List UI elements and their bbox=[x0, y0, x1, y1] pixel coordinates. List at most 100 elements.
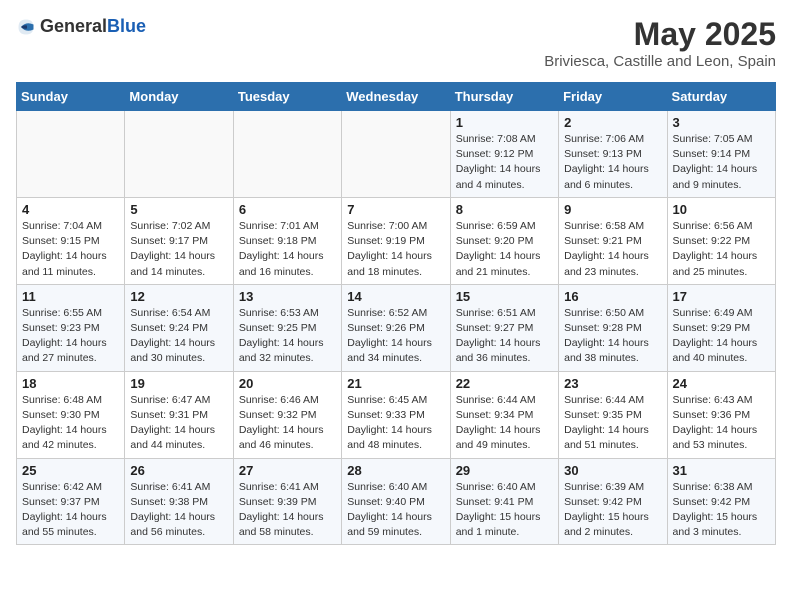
calendar-week-5: 25Sunrise: 6:42 AM Sunset: 9:37 PM Dayli… bbox=[17, 458, 776, 545]
day-info: Sunrise: 6:51 AM Sunset: 9:27 PM Dayligh… bbox=[456, 306, 553, 367]
calendar-subtitle: Briviesca, Castille and Leon, Spain bbox=[544, 53, 776, 70]
calendar-cell: 4 Sunrise: 7:04 AM Sunset: 9:15 PM Daylig… bbox=[17, 197, 125, 284]
logo-blue: Blue bbox=[107, 16, 146, 36]
calendar-cell: 16Sunrise: 6:50 AM Sunset: 9:28 PM Dayli… bbox=[559, 284, 667, 371]
calendar-week-3: 11 Sunrise: 6:55 AM Sunset: 9:23 PM Dayli… bbox=[17, 284, 776, 371]
day-info: Sunrise: 6:53 AM Sunset: 9:25 PM Dayligh… bbox=[239, 306, 336, 367]
day-info: Sunrise: 6:44 AM Sunset: 9:34 PM Dayligh… bbox=[456, 393, 553, 454]
day-info: Sunrise: 7:05 AM Sunset: 9:14 PM Dayligh… bbox=[673, 132, 770, 193]
day-number: 9 bbox=[564, 202, 661, 217]
calendar-cell: 17 Sunrise: 6:49 AM Sunset: 9:29 PM Dayli… bbox=[667, 284, 775, 371]
day-number: 11 bbox=[22, 289, 119, 304]
day-number: 28 bbox=[347, 463, 444, 478]
day-info: Sunrise: 6:47 AM Sunset: 9:31 PM Dayligh… bbox=[130, 393, 227, 454]
calendar-cell: 11 Sunrise: 6:55 AM Sunset: 9:23 PM Dayli… bbox=[17, 284, 125, 371]
logo-text: GeneralBlue bbox=[40, 16, 146, 37]
calendar-cell: 21Sunrise: 6:45 AM Sunset: 9:33 PM Dayli… bbox=[342, 371, 450, 458]
calendar-week-2: 4 Sunrise: 7:04 AM Sunset: 9:15 PM Daylig… bbox=[17, 197, 776, 284]
calendar-cell: 28Sunrise: 6:40 AM Sunset: 9:40 PM Dayli… bbox=[342, 458, 450, 545]
calendar-cell: 2 Sunrise: 7:06 AM Sunset: 9:13 PM Daylig… bbox=[559, 111, 667, 198]
weekday-header-monday: Monday bbox=[125, 83, 233, 111]
day-number: 27 bbox=[239, 463, 336, 478]
day-number: 6 bbox=[239, 202, 336, 217]
calendar-title: May 2025 bbox=[544, 16, 776, 53]
day-info: Sunrise: 6:43 AM Sunset: 9:36 PM Dayligh… bbox=[673, 393, 770, 454]
calendar-cell bbox=[342, 111, 450, 198]
day-number: 12 bbox=[130, 289, 227, 304]
calendar-table: SundayMondayTuesdayWednesdayThursdayFrid… bbox=[16, 82, 776, 545]
calendar-cell: 29Sunrise: 6:40 AM Sunset: 9:41 PM Dayli… bbox=[450, 458, 558, 545]
day-number: 10 bbox=[673, 202, 770, 217]
calendar-cell: 22 Sunrise: 6:44 AM Sunset: 9:34 PM Dayli… bbox=[450, 371, 558, 458]
day-info: Sunrise: 6:38 AM Sunset: 9:42 PM Dayligh… bbox=[673, 480, 770, 541]
calendar-cell: 8 Sunrise: 6:59 AM Sunset: 9:20 PM Daylig… bbox=[450, 197, 558, 284]
calendar-cell: 5Sunrise: 7:02 AM Sunset: 9:17 PM Daylig… bbox=[125, 197, 233, 284]
weekday-header-saturday: Saturday bbox=[667, 83, 775, 111]
day-info: Sunrise: 6:40 AM Sunset: 9:41 PM Dayligh… bbox=[456, 480, 553, 541]
weekday-header-sunday: Sunday bbox=[17, 83, 125, 111]
day-number: 14 bbox=[347, 289, 444, 304]
day-info: Sunrise: 7:04 AM Sunset: 9:15 PM Dayligh… bbox=[22, 219, 119, 280]
calendar-cell: 7 Sunrise: 7:00 AM Sunset: 9:19 PM Daylig… bbox=[342, 197, 450, 284]
day-info: Sunrise: 6:59 AM Sunset: 9:20 PM Dayligh… bbox=[456, 219, 553, 280]
calendar-cell: 26Sunrise: 6:41 AM Sunset: 9:38 PM Dayli… bbox=[125, 458, 233, 545]
day-info: Sunrise: 7:06 AM Sunset: 9:13 PM Dayligh… bbox=[564, 132, 661, 193]
day-number: 30 bbox=[564, 463, 661, 478]
calendar-cell: 25Sunrise: 6:42 AM Sunset: 9:37 PM Dayli… bbox=[17, 458, 125, 545]
calendar-cell: 3 Sunrise: 7:05 AM Sunset: 9:14 PM Daylig… bbox=[667, 111, 775, 198]
day-info: Sunrise: 6:44 AM Sunset: 9:35 PM Dayligh… bbox=[564, 393, 661, 454]
day-number: 18 bbox=[22, 376, 119, 391]
day-number: 16 bbox=[564, 289, 661, 304]
calendar-cell: 30 Sunrise: 6:39 AM Sunset: 9:42 PM Dayli… bbox=[559, 458, 667, 545]
day-number: 19 bbox=[130, 376, 227, 391]
calendar-cell: 12 Sunrise: 6:54 AM Sunset: 9:24 PM Dayli… bbox=[125, 284, 233, 371]
calendar-cell: 10 Sunrise: 6:56 AM Sunset: 9:22 PM Dayli… bbox=[667, 197, 775, 284]
day-number: 26 bbox=[130, 463, 227, 478]
page-header: GeneralBlue May 2025 Briviesca, Castille… bbox=[16, 16, 776, 70]
logo-general: General bbox=[40, 16, 107, 36]
day-number: 13 bbox=[239, 289, 336, 304]
day-number: 8 bbox=[456, 202, 553, 217]
day-info: Sunrise: 6:54 AM Sunset: 9:24 PM Dayligh… bbox=[130, 306, 227, 367]
day-number: 17 bbox=[673, 289, 770, 304]
logo-icon bbox=[16, 17, 36, 37]
day-info: Sunrise: 6:46 AM Sunset: 9:32 PM Dayligh… bbox=[239, 393, 336, 454]
day-info: Sunrise: 6:39 AM Sunset: 9:42 PM Dayligh… bbox=[564, 480, 661, 541]
day-number: 15 bbox=[456, 289, 553, 304]
calendar-cell: 31 Sunrise: 6:38 AM Sunset: 9:42 PM Dayli… bbox=[667, 458, 775, 545]
day-info: Sunrise: 6:49 AM Sunset: 9:29 PM Dayligh… bbox=[673, 306, 770, 367]
calendar-cell: 18Sunrise: 6:48 AM Sunset: 9:30 PM Dayli… bbox=[17, 371, 125, 458]
weekday-header-friday: Friday bbox=[559, 83, 667, 111]
day-number: 22 bbox=[456, 376, 553, 391]
calendar-cell bbox=[125, 111, 233, 198]
day-info: Sunrise: 7:08 AM Sunset: 9:12 PM Dayligh… bbox=[456, 132, 553, 193]
day-info: Sunrise: 6:41 AM Sunset: 9:39 PM Dayligh… bbox=[239, 480, 336, 541]
day-number: 5 bbox=[130, 202, 227, 217]
day-number: 23 bbox=[564, 376, 661, 391]
day-number: 25 bbox=[22, 463, 119, 478]
day-number: 3 bbox=[673, 115, 770, 130]
day-info: Sunrise: 6:52 AM Sunset: 9:26 PM Dayligh… bbox=[347, 306, 444, 367]
day-info: Sunrise: 6:55 AM Sunset: 9:23 PM Dayligh… bbox=[22, 306, 119, 367]
weekday-header-wednesday: Wednesday bbox=[342, 83, 450, 111]
calendar-cell: 27 Sunrise: 6:41 AM Sunset: 9:39 PM Dayli… bbox=[233, 458, 341, 545]
day-number: 20 bbox=[239, 376, 336, 391]
calendar-cell: 1 Sunrise: 7:08 AM Sunset: 9:12 PM Daylig… bbox=[450, 111, 558, 198]
day-info: Sunrise: 6:45 AM Sunset: 9:33 PM Dayligh… bbox=[347, 393, 444, 454]
day-number: 2 bbox=[564, 115, 661, 130]
day-info: Sunrise: 6:56 AM Sunset: 9:22 PM Dayligh… bbox=[673, 219, 770, 280]
calendar-cell: 24 Sunrise: 6:43 AM Sunset: 9:36 PM Dayli… bbox=[667, 371, 775, 458]
day-number: 4 bbox=[22, 202, 119, 217]
day-info: Sunrise: 7:01 AM Sunset: 9:18 PM Dayligh… bbox=[239, 219, 336, 280]
day-info: Sunrise: 6:58 AM Sunset: 9:21 PM Dayligh… bbox=[564, 219, 661, 280]
day-number: 31 bbox=[673, 463, 770, 478]
day-number: 1 bbox=[456, 115, 553, 130]
day-info: Sunrise: 7:00 AM Sunset: 9:19 PM Dayligh… bbox=[347, 219, 444, 280]
day-number: 7 bbox=[347, 202, 444, 217]
calendar-cell bbox=[233, 111, 341, 198]
day-number: 24 bbox=[673, 376, 770, 391]
calendar-cell bbox=[17, 111, 125, 198]
title-block: May 2025 Briviesca, Castille and Leon, S… bbox=[544, 16, 776, 70]
calendar-cell: 9 Sunrise: 6:58 AM Sunset: 9:21 PM Daylig… bbox=[559, 197, 667, 284]
calendar-cell: 15 Sunrise: 6:51 AM Sunset: 9:27 PM Dayli… bbox=[450, 284, 558, 371]
